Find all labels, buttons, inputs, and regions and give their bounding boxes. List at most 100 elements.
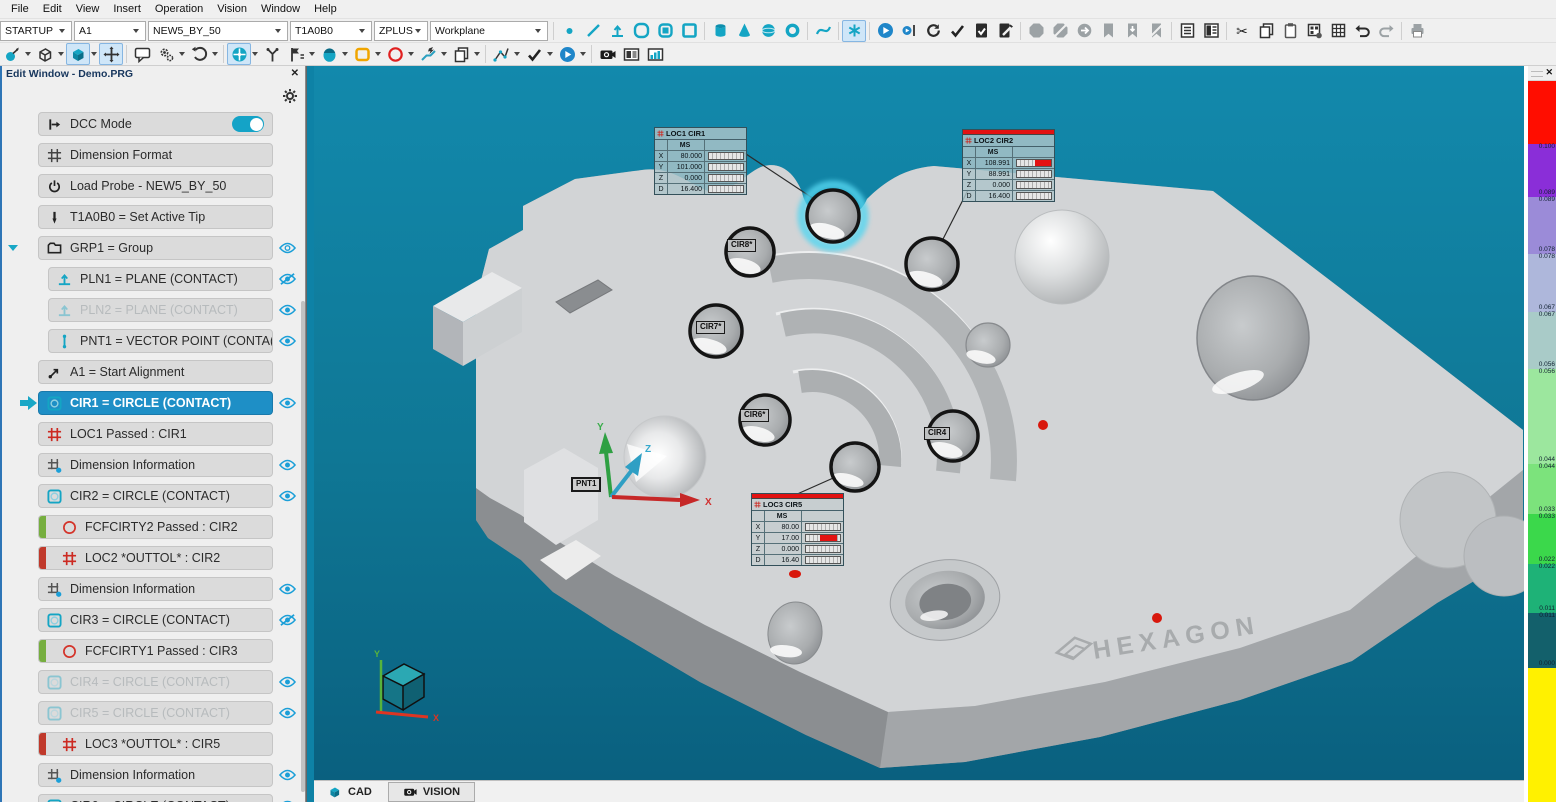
panel-scrollbar[interactable] <box>301 301 305 792</box>
curve-feature-icon[interactable] <box>811 20 835 42</box>
gear-icon[interactable] <box>282 88 298 104</box>
feature-list-icon[interactable] <box>284 43 308 65</box>
command-loc1[interactable]: LOC1 Passed : CIR1 <box>38 422 273 446</box>
eye-toggle[interactable] <box>273 273 301 285</box>
bookmark-insert-icon[interactable] <box>1120 20 1144 42</box>
navigation-icon[interactable] <box>227 43 251 65</box>
pattern-grid-button[interactable] <box>1326 20 1350 42</box>
tab-cad[interactable]: CAD <box>314 781 386 802</box>
command-pln2[interactable]: PLN2 = PLANE (CONTACT) <box>48 298 273 322</box>
menu-vision[interactable]: Vision <box>210 2 254 16</box>
execute-mini-button[interactable] <box>555 43 579 65</box>
snapshot-icon[interactable] <box>595 43 619 65</box>
pan-icon[interactable] <box>99 43 123 65</box>
cylinder-feature-icon[interactable] <box>708 20 732 42</box>
menu-operation[interactable]: Operation <box>148 2 210 16</box>
execute-from-cursor-button[interactable] <box>897 20 921 42</box>
rotate-icon[interactable] <box>187 43 211 65</box>
eye-toggle[interactable] <box>273 707 301 719</box>
continue-button[interactable] <box>1072 20 1096 42</box>
path-lines-icon[interactable] <box>489 43 513 65</box>
feature-label-pnt1[interactable]: PNT1 <box>571 477 601 492</box>
menu-view[interactable]: View <box>69 2 107 16</box>
tab-vision[interactable]: VISION <box>388 782 475 802</box>
dimension-table-loc2[interactable]: LOC2 CIR2 MS X108.991 Y88.991 Z0.000 D16… <box>962 129 1055 202</box>
bookmark-clear-icon[interactable] <box>1144 20 1168 42</box>
eye-toggle[interactable] <box>273 459 301 471</box>
gage-icon[interactable] <box>350 43 374 65</box>
dimension-table-loc1[interactable]: LOC1 CIR1 MS X80.000 Y101.000 Z0.000 D16… <box>654 127 747 195</box>
view-combo[interactable]: Workplane <box>430 21 548 41</box>
print-button[interactable] <box>1405 20 1429 42</box>
command-dimension-info[interactable]: Dimension Information <box>38 453 273 477</box>
command-fcfcirty2[interactable]: FCFCIRTY2 Passed : CIR2 <box>38 515 273 539</box>
paste-button[interactable] <box>1278 20 1302 42</box>
workplane-combo[interactable]: ZPLUS <box>374 21 428 41</box>
cut-button[interactable]: ✂ <box>1230 20 1254 42</box>
menu-help[interactable]: Help <box>307 2 344 16</box>
scale-grip-icon[interactable] <box>1531 71 1543 77</box>
dcc-mode-toggle[interactable] <box>232 116 264 132</box>
command-loc3[interactable]: LOC3 *OUTTOL* : CIR5 <box>38 732 273 756</box>
confirm-icon[interactable] <box>522 43 546 65</box>
torus-feature-icon[interactable] <box>780 20 804 42</box>
feature-label-cir7[interactable]: CIR7* <box>696 321 725 334</box>
plane-feature-icon[interactable] <box>605 20 629 42</box>
path-branch-icon[interactable] <box>260 43 284 65</box>
square-slot-icon[interactable] <box>677 20 701 42</box>
command-set-active-tip[interactable]: T1A0B0 = Set Active Tip <box>38 205 273 229</box>
feature-label-cir8[interactable]: CIR8* <box>727 239 756 252</box>
command-cir4[interactable]: CIR4 = CIRCLE (CONTACT) <box>38 670 273 694</box>
command-cir2[interactable]: CIR2 = CIRCLE (CONTACT) <box>38 484 273 508</box>
undo-button[interactable] <box>1350 20 1374 42</box>
sphere-feature-icon[interactable] <box>756 20 780 42</box>
menu-insert[interactable]: Insert <box>106 2 148 16</box>
close-icon[interactable]: ✕ <box>1545 67 1553 78</box>
cad-viewport[interactable]: HEXAGON <box>314 66 1524 780</box>
program-combo[interactable]: STARTUP <box>0 21 72 41</box>
report-eo-icon[interactable] <box>619 43 643 65</box>
command-cir1[interactable]: CIR1 = CIRCLE (CONTACT) <box>38 391 273 415</box>
report-check-button[interactable] <box>969 20 993 42</box>
command-dcc-mode[interactable]: DCC Mode <box>38 112 273 136</box>
command-loc2[interactable]: LOC2 *OUTTOL* : CIR2 <box>38 546 273 570</box>
auto-feature-button[interactable] <box>842 20 866 42</box>
lobe-view-icon[interactable] <box>317 43 341 65</box>
quick-path-icon[interactable] <box>416 43 440 65</box>
eye-toggle[interactable] <box>273 242 301 254</box>
eye-toggle[interactable] <box>273 614 301 626</box>
eye-toggle[interactable] <box>273 583 301 595</box>
probe-utilities-icon[interactable] <box>0 43 24 65</box>
alignment-combo[interactable]: A1 <box>74 21 146 41</box>
point-feature-icon[interactable] <box>557 20 581 42</box>
circle-feature-icon[interactable] <box>629 20 653 42</box>
copy-button[interactable] <box>1254 20 1278 42</box>
edit-window-list-button[interactable] <box>1175 20 1199 42</box>
eye-toggle[interactable] <box>273 769 301 781</box>
eye-toggle[interactable] <box>273 304 301 316</box>
command-dimension-info[interactable]: Dimension Information <box>38 577 273 601</box>
tree-expand-caret[interactable] <box>8 245 18 251</box>
stop-button[interactable] <box>1024 20 1048 42</box>
feature-label-cir6[interactable]: CIR6* <box>740 409 769 422</box>
report-edit-button[interactable] <box>993 20 1017 42</box>
menu-file[interactable]: File <box>4 2 36 16</box>
gears-icon[interactable] <box>154 43 178 65</box>
part-model[interactable]: HEXAGON <box>433 165 1524 768</box>
menu-edit[interactable]: Edit <box>36 2 69 16</box>
redo-button[interactable] <box>1374 20 1398 42</box>
view-cube[interactable]: Y X <box>374 649 439 723</box>
command-pln1[interactable]: PLN1 = PLANE (CONTACT) <box>48 267 273 291</box>
command-cir6[interactable]: CIR6 = CIRCLE (CONTACT) <box>38 794 273 802</box>
command-dimension-info[interactable]: Dimension Information <box>38 763 273 787</box>
solid-view-icon[interactable] <box>66 43 90 65</box>
command-cir5[interactable]: CIR5 = CIRCLE (CONTACT) <box>38 701 273 725</box>
probe-combo[interactable]: NEW5_BY_50 <box>148 21 288 41</box>
command-cir3[interactable]: CIR3 = CIRCLE (CONTACT) <box>38 608 273 632</box>
eye-toggle[interactable] <box>273 490 301 502</box>
close-icon[interactable]: ✕ <box>291 68 299 79</box>
execute-button[interactable] <box>873 20 897 42</box>
eye-toggle[interactable] <box>273 335 301 347</box>
command-a1-alignment[interactable]: A1 = Start Alignment <box>38 360 273 384</box>
panel-splitter[interactable] <box>306 66 314 802</box>
